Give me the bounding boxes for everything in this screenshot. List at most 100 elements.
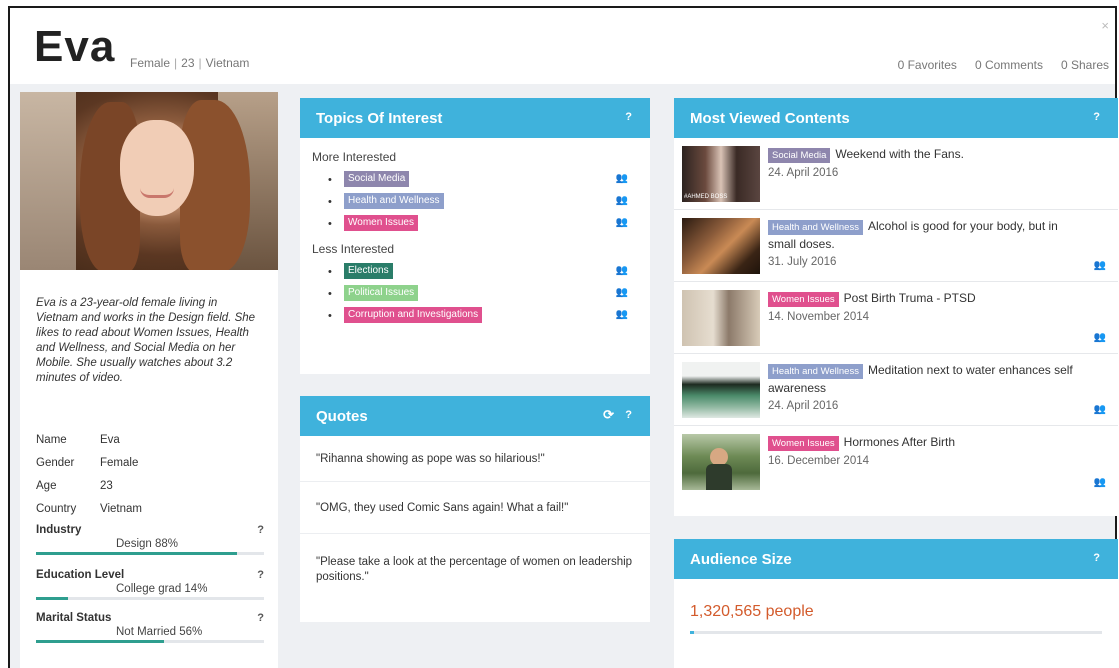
- metric-industry: Industry ? Design 88%: [36, 524, 264, 555]
- metric-value: College grad 14%: [116, 583, 208, 595]
- content-thumbnail[interactable]: #AHMED BOSS: [682, 146, 760, 202]
- audience-bar-fill: [690, 631, 695, 634]
- content-tag[interactable]: Health and Wellness: [768, 220, 863, 235]
- audience-panel: Audience Size ? 1,320,565 people: [674, 539, 1118, 668]
- content-text: Health and Wellness Meditation next to wa…: [768, 362, 1084, 415]
- topic-item[interactable]: • Political Issues 👥: [300, 282, 650, 304]
- fact-value: 23: [100, 479, 113, 492]
- topic-item[interactable]: • Elections 👥: [300, 260, 650, 282]
- content-thumbnail[interactable]: [682, 290, 760, 346]
- meta-separator: |: [174, 56, 178, 70]
- content-thumbnail[interactable]: [682, 362, 760, 418]
- user-gender: Female: [130, 56, 171, 70]
- people-icon[interactable]: 👥: [616, 265, 628, 276]
- audience-header: Audience Size ?: [674, 539, 1118, 579]
- user-meta: Female | 23 | Vietnam: [130, 56, 249, 70]
- profile-card: Eva is a 23-year-old female living in Vi…: [20, 92, 278, 668]
- less-interested-title: Less Interested: [312, 242, 395, 256]
- question-icon[interactable]: ?: [257, 612, 264, 624]
- people-icon[interactable]: 👥: [616, 173, 628, 184]
- topic-item[interactable]: • Women Issues 👥: [300, 212, 650, 234]
- content-thumbnail[interactable]: [682, 434, 760, 490]
- people-icon[interactable]: 👥: [1094, 260, 1106, 271]
- favorites-count[interactable]: 0 Favorites: [898, 58, 957, 72]
- profile-window: Eva Female | 23 | Vietnam × 0 Favorites 0 Co…: [8, 6, 1118, 668]
- profile-header: Eva Female | 23 | Vietnam × 0 Favorites 0 Co…: [10, 8, 1115, 84]
- metric-marital: Marital Status ? Not Married 56%: [36, 612, 264, 643]
- content-tag[interactable]: Women Issues: [768, 436, 839, 451]
- metric-bar: [36, 552, 264, 555]
- metric-value: Design 88%: [116, 538, 179, 550]
- panel-title: Most Viewed Contents: [690, 109, 850, 127]
- fact-key: Gender: [36, 456, 75, 469]
- topic-tag[interactable]: Political Issues: [344, 285, 419, 301]
- metric-bar-fill: [36, 640, 164, 643]
- content-date: 24. April 2016: [768, 167, 839, 179]
- topic-tag[interactable]: Elections: [344, 263, 393, 279]
- topic-item[interactable]: • Social Media 👥: [300, 168, 650, 190]
- metric-bar-fill: [36, 552, 237, 555]
- metric-education: Education Level ? College grad 14%: [36, 569, 264, 600]
- content-item[interactable]: Health and Wellness Meditation next to wa…: [674, 354, 1118, 426]
- content-date: 24. April 2016: [768, 400, 839, 412]
- topic-item[interactable]: • Corruption and Investigations 👥: [300, 304, 650, 326]
- content-tag[interactable]: Health and Wellness: [768, 364, 863, 379]
- topics-header: Topics Of Interest ?: [300, 98, 650, 138]
- content-title[interactable]: Hormones After Birth: [844, 435, 955, 449]
- topic-item[interactable]: • Health and Wellness 👥: [300, 190, 650, 212]
- topic-tag[interactable]: Health and Wellness: [344, 193, 444, 209]
- people-icon[interactable]: 👥: [616, 287, 628, 298]
- profile-facts: Name Eva Gender Female Age 23 Country Vietna…: [36, 428, 142, 520]
- user-country: Vietnam: [205, 56, 250, 70]
- content-item[interactable]: Health and Wellness Alcohol is good for y…: [674, 210, 1118, 282]
- close-icon[interactable]: ×: [1101, 18, 1109, 33]
- fact-row: Name Eva: [36, 428, 142, 451]
- content-thumbnail[interactable]: [682, 218, 760, 274]
- people-icon[interactable]: 👥: [616, 217, 628, 228]
- content-item[interactable]: Women Issues Post Birth Truma - PTSD 14. …: [674, 282, 1118, 354]
- content-text: Social Media Weekend with the Fans. 24. A…: [768, 146, 1084, 182]
- question-icon[interactable]: ?: [625, 111, 632, 123]
- people-icon[interactable]: 👥: [1094, 404, 1106, 415]
- content-text: Women Issues Post Birth Truma - PTSD 14. …: [768, 290, 1084, 326]
- people-icon[interactable]: 👥: [1094, 332, 1106, 343]
- fact-row: Gender Female: [36, 451, 142, 474]
- metric-bar: [36, 640, 264, 643]
- fact-value: Female: [100, 456, 139, 469]
- dashboard-content: Eva is a 23-year-old female living in Vi…: [10, 84, 1118, 668]
- content-item[interactable]: Women Issues Hormones After Birth 16. Dec…: [674, 426, 1118, 498]
- topic-tag[interactable]: Women Issues: [344, 215, 418, 231]
- content-title[interactable]: Weekend with the Fans.: [835, 147, 964, 161]
- comments-count[interactable]: 0 Comments: [975, 58, 1043, 72]
- content-tag[interactable]: Women Issues: [768, 292, 839, 307]
- fact-key: Age: [36, 479, 57, 492]
- shares-count[interactable]: 0 Shares: [1061, 58, 1109, 72]
- more-interested-title: More Interested: [312, 150, 397, 164]
- topic-tag[interactable]: Social Media: [344, 171, 410, 187]
- question-icon[interactable]: ?: [257, 524, 264, 536]
- audience-value: 1,320,565 people: [690, 603, 814, 620]
- profile-photo: [20, 92, 278, 270]
- people-icon[interactable]: 👥: [616, 309, 628, 320]
- question-icon[interactable]: ?: [1093, 111, 1100, 123]
- people-icon[interactable]: 👥: [1094, 477, 1106, 488]
- fact-row: Age 23: [36, 474, 142, 497]
- content-date: 31. July 2016: [768, 256, 837, 268]
- question-icon[interactable]: ?: [625, 409, 632, 421]
- most-viewed-header: Most Viewed Contents ?: [674, 98, 1118, 138]
- refresh-icon[interactable]: ⟳: [603, 407, 614, 423]
- metric-label: Education Level: [36, 569, 125, 581]
- question-icon[interactable]: ?: [1093, 552, 1100, 564]
- content-text: Women Issues Hormones After Birth 16. Dec…: [768, 434, 1084, 470]
- profile-bio: Eva is a 23-year-old female living in Vi…: [36, 297, 256, 384]
- content-item[interactable]: #AHMED BOSS Social Media Weekend with the…: [674, 138, 1118, 210]
- people-icon[interactable]: 👥: [616, 195, 628, 206]
- quotes-header: Quotes ⟳ ?: [300, 396, 650, 436]
- topics-panel: Topics Of Interest ? More Interested • So…: [300, 98, 650, 374]
- question-icon[interactable]: ?: [257, 569, 264, 581]
- quote-item: "OMG, they used Comic Sans again! What a…: [300, 482, 650, 534]
- fact-key: Name: [36, 433, 67, 446]
- content-title[interactable]: Post Birth Truma - PTSD: [844, 291, 976, 305]
- topic-tag[interactable]: Corruption and Investigations: [344, 307, 483, 323]
- content-tag[interactable]: Social Media: [768, 148, 831, 163]
